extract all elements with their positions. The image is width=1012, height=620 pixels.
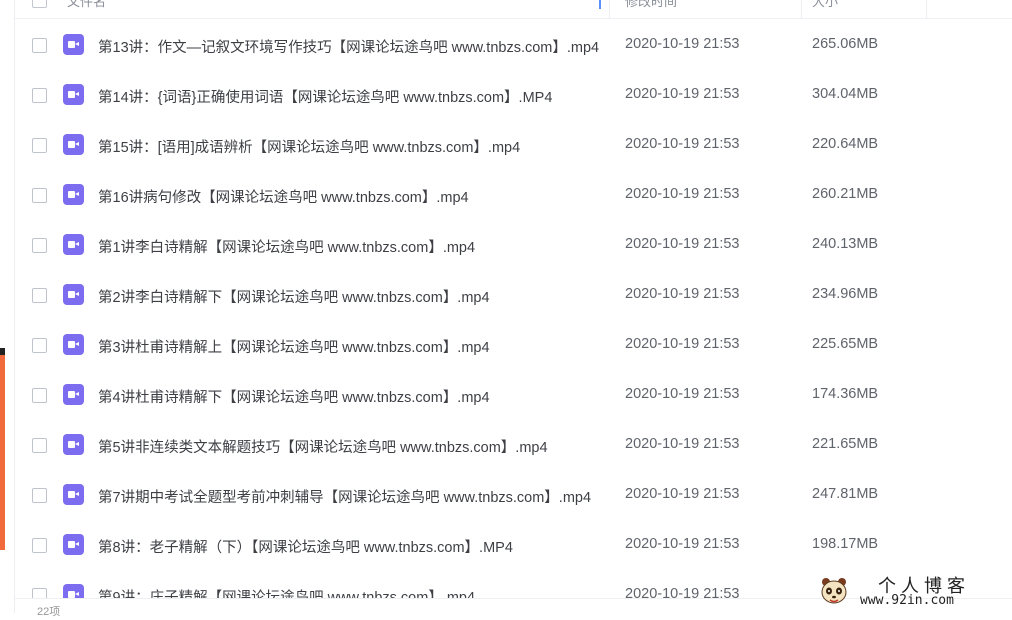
file-size: 225.65MB xyxy=(812,336,879,352)
row-checkbox[interactable] xyxy=(32,38,47,53)
file-modified-time: 2020-10-19 21:53 xyxy=(625,236,740,252)
row-checkbox[interactable] xyxy=(32,88,47,103)
file-list-header: 文件名 修改时间 大小 xyxy=(15,0,1012,19)
watermark: 个人博客 www.92in.com xyxy=(818,572,1010,610)
file-row[interactable]: 第8讲：老子精解（下）【网课论坛途鸟吧 www.tnbzs.com】.MP4 20… xyxy=(15,520,1012,570)
video-file-icon xyxy=(63,234,84,255)
file-size: 221.65MB xyxy=(812,436,879,452)
file-modified-time: 2020-10-19 21:53 xyxy=(625,136,740,152)
file-modified-time: 2020-10-19 21:53 xyxy=(625,86,740,102)
file-name[interactable]: 第16讲病句修改【网课论坛途鸟吧 www.tnbzs.com】.mp4 xyxy=(98,186,603,207)
file-modified-time: 2020-10-19 21:53 xyxy=(625,286,740,302)
video-file-icon xyxy=(63,84,84,105)
file-modified-time: 2020-10-19 21:53 xyxy=(625,336,740,352)
file-modified-time: 2020-10-19 21:53 xyxy=(625,36,740,52)
file-row[interactable]: 第3讲杜甫诗精解上【网课论坛途鸟吧 www.tnbzs.com】.mp4 2020… xyxy=(15,320,1012,370)
file-name[interactable]: 第13讲：作文—记叙文环境写作技巧【网课论坛途鸟吧 www.tnbzs.com】… xyxy=(98,36,603,57)
item-count: 22项 xyxy=(37,606,61,618)
watermark-url: www.92in.com xyxy=(860,593,954,608)
row-checkbox[interactable] xyxy=(32,488,47,503)
column-divider[interactable] xyxy=(926,0,927,18)
file-name[interactable]: 第4讲杜甫诗精解下【网课论坛途鸟吧 www.tnbzs.com】.mp4 xyxy=(98,386,603,407)
column-header-size[interactable]: 大小 xyxy=(812,0,838,10)
file-name[interactable]: 第2讲李白诗精解下【网课论坛途鸟吧 www.tnbzs.com】.mp4 xyxy=(98,286,603,307)
file-row[interactable]: 第1讲李白诗精解【网课论坛途鸟吧 www.tnbzs.com】.mp4 2020-… xyxy=(15,220,1012,270)
file-list: 第13讲：作文—记叙文环境写作技巧【网课论坛途鸟吧 www.tnbzs.com】… xyxy=(15,20,1012,620)
file-row[interactable]: 第5讲非连续类文本解题技巧【网课论坛途鸟吧 www.tnbzs.com】.mp4… xyxy=(15,420,1012,470)
file-row[interactable]: 第7讲期中考试全题型考前冲刺辅导【网课论坛途鸟吧 www.tnbzs.com】.… xyxy=(15,470,1012,520)
column-divider[interactable] xyxy=(801,0,802,18)
file-size: 220.64MB xyxy=(812,136,879,152)
video-file-icon xyxy=(63,534,84,555)
file-name[interactable]: 第14讲：{词语}正确使用词语【网课论坛途鸟吧 www.tnbzs.com】.M… xyxy=(98,86,603,107)
file-name[interactable]: 第1讲李白诗精解【网课论坛途鸟吧 www.tnbzs.com】.mp4 xyxy=(98,236,603,257)
file-size: 240.13MB xyxy=(812,236,879,252)
file-row[interactable]: 第2讲李白诗精解下【网课论坛途鸟吧 www.tnbzs.com】.mp4 2020… xyxy=(15,270,1012,320)
file-row[interactable]: 第14讲：{词语}正确使用词语【网课论坛途鸟吧 www.tnbzs.com】.M… xyxy=(15,70,1012,120)
video-file-icon xyxy=(63,284,84,305)
file-modified-time: 2020-10-19 21:53 xyxy=(625,386,740,402)
file-modified-time: 2020-10-19 21:53 xyxy=(625,486,740,502)
file-row[interactable]: 第16讲病句修改【网课论坛途鸟吧 www.tnbzs.com】.mp4 2020-… xyxy=(15,170,1012,220)
file-row[interactable]: 第13讲：作文—记叙文环境写作技巧【网课论坛途鸟吧 www.tnbzs.com】… xyxy=(15,20,1012,70)
file-size: 304.04MB xyxy=(812,86,879,102)
row-checkbox[interactable] xyxy=(32,538,47,553)
video-file-icon xyxy=(63,384,84,405)
row-checkbox[interactable] xyxy=(32,438,47,453)
file-row[interactable]: 第4讲杜甫诗精解下【网课论坛途鸟吧 www.tnbzs.com】.mp4 2020… xyxy=(15,370,1012,420)
row-checkbox[interactable] xyxy=(32,188,47,203)
column-header-name[interactable]: 文件名 xyxy=(67,0,106,10)
file-modified-time: 2020-10-19 21:53 xyxy=(625,186,740,202)
file-name[interactable]: 第7讲期中考试全题型考前冲刺辅导【网课论坛途鸟吧 www.tnbzs.com】.… xyxy=(98,486,603,507)
file-name[interactable]: 第3讲杜甫诗精解上【网课论坛途鸟吧 www.tnbzs.com】.mp4 xyxy=(98,336,603,357)
file-row[interactable]: 第15讲：[语用]成语辨析【网课论坛途鸟吧 www.tnbzs.com】.mp4… xyxy=(15,120,1012,170)
video-file-icon xyxy=(63,184,84,205)
video-file-icon xyxy=(63,34,84,55)
file-size: 265.06MB xyxy=(812,36,879,52)
file-modified-time: 2020-10-19 21:53 xyxy=(625,436,740,452)
video-file-icon xyxy=(63,434,84,455)
row-checkbox[interactable] xyxy=(32,238,47,253)
row-checkbox[interactable] xyxy=(32,138,47,153)
sort-indicator xyxy=(599,0,601,9)
video-file-icon xyxy=(63,334,84,355)
panda-logo-icon xyxy=(821,578,847,604)
column-header-time[interactable]: 修改时间 xyxy=(625,0,677,10)
file-size: 198.17MB xyxy=(812,536,879,552)
file-size: 260.21MB xyxy=(812,186,879,202)
file-name[interactable]: 第8讲：老子精解（下）【网课论坛途鸟吧 www.tnbzs.com】.MP4 xyxy=(98,536,603,557)
row-checkbox[interactable] xyxy=(32,388,47,403)
file-size: 234.96MB xyxy=(812,286,879,302)
file-modified-time: 2020-10-19 21:53 xyxy=(625,536,740,552)
row-checkbox[interactable] xyxy=(32,338,47,353)
video-file-icon xyxy=(63,484,84,505)
left-panel-edge xyxy=(0,0,15,613)
video-file-icon xyxy=(63,134,84,155)
file-name[interactable]: 第15讲：[语用]成语辨析【网课论坛途鸟吧 www.tnbzs.com】.mp4 xyxy=(98,136,603,157)
file-size: 174.36MB xyxy=(812,386,879,402)
file-name[interactable]: 第5讲非连续类文本解题技巧【网课论坛途鸟吧 www.tnbzs.com】.mp4 xyxy=(98,436,603,457)
row-checkbox[interactable] xyxy=(32,288,47,303)
file-size: 247.81MB xyxy=(812,486,879,502)
left-panel-orange-bar xyxy=(0,355,5,550)
column-divider[interactable] xyxy=(609,0,610,18)
select-all-checkbox[interactable] xyxy=(32,0,47,8)
